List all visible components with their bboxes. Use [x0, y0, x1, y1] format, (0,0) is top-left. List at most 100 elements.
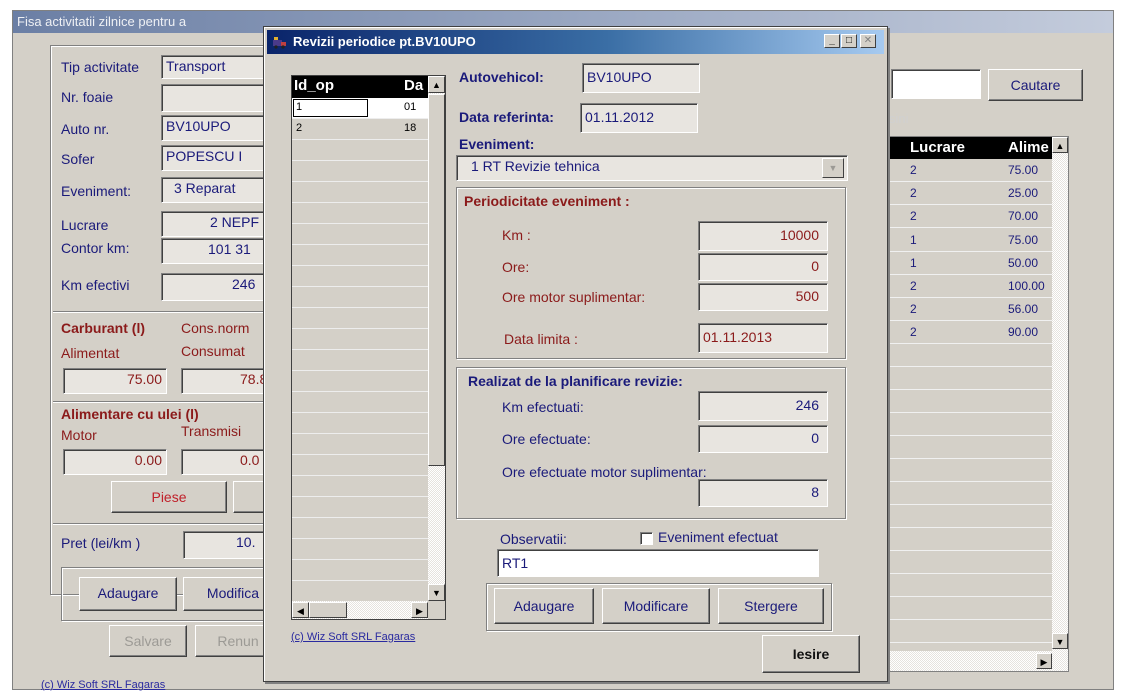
stergere-button[interactable]: Stergere — [718, 588, 824, 624]
column-header-lucrare[interactable]: Lucrare — [910, 137, 965, 159]
observatii-label: Observatii: — [500, 531, 567, 547]
scroll-right-icon[interactable]: ▶ — [1036, 653, 1052, 669]
periodicitate-title: Periodicitate eveniment : — [464, 193, 630, 209]
table-row[interactable]: 2 75.00 — [874, 159, 1052, 182]
motor-field[interactable]: 0.00 — [63, 449, 167, 475]
ore-efectuate-field[interactable]: 0 — [698, 425, 828, 453]
separator — [53, 523, 280, 525]
km-field[interactable]: 10000 — [698, 221, 828, 251]
table-row — [292, 140, 428, 161]
table-row[interactable]: 2 25.00 — [874, 182, 1052, 205]
table-row — [292, 371, 428, 392]
pret-label: Pret (lei/km ) — [61, 535, 141, 551]
faded-label: sini — [889, 111, 909, 126]
minimize-icon[interactable]: _ — [824, 34, 840, 48]
table-row[interactable]: 2 90.00 — [874, 321, 1052, 344]
table-row[interactable]: 2 70.00 — [874, 205, 1052, 228]
eveniment-label: Eveniment: — [61, 183, 132, 199]
dialog-title-bar[interactable]: Revizii periodice pt.BV10UPO — [267, 30, 884, 54]
table-row — [292, 392, 428, 413]
copyright-link[interactable]: (c) Wiz Soft SRL Fagaras — [41, 679, 165, 691]
chevron-down-icon[interactable]: ▼ — [822, 158, 844, 178]
table-row — [292, 560, 428, 581]
data-limita-field[interactable]: 01.11.2013 — [698, 323, 828, 353]
table-row — [292, 203, 428, 224]
table-row — [292, 287, 428, 308]
tip-activitate-label: Tip activitate — [61, 59, 140, 75]
auto-nr-label: Auto nr. — [61, 121, 110, 137]
cons-norm-label: Cons.norm — [181, 320, 250, 336]
ore-efectuate-label: Ore efectuate: — [502, 431, 591, 447]
scroll-down-icon[interactable]: ▼ — [1052, 633, 1068, 649]
table-row — [292, 161, 428, 182]
table-row — [292, 329, 428, 350]
table-row — [292, 182, 428, 203]
ore-efectuate-motor-label: Ore efectuate motor suplimentar: — [502, 464, 707, 480]
transmisie-label: Transmisi — [181, 423, 242, 439]
ore-field[interactable]: 0 — [698, 253, 828, 281]
table-row — [874, 528, 1052, 551]
carburant-label: Carburant (l) — [61, 320, 145, 336]
close-icon[interactable]: ✕ — [860, 34, 876, 48]
table-row — [292, 350, 428, 371]
table-row — [874, 459, 1052, 482]
column-header-alimentat[interactable]: Alime — [1008, 137, 1049, 159]
table-row — [292, 476, 428, 497]
table-row-selected[interactable]: 1 01 — [292, 98, 428, 119]
scroll-up-icon[interactable]: ▲ — [428, 76, 445, 93]
ore-label: Ore: — [502, 259, 530, 275]
table-row — [292, 245, 428, 266]
observatii-field[interactable]: RT1 — [497, 549, 819, 577]
vertical-scrollbar[interactable] — [1052, 137, 1068, 651]
activity-grid: Lucrare Alime ▲ ▼ ▶ 2 75.00 2 25.00 2 70.00… — [873, 136, 1069, 672]
iesire-button[interactable]: Iesire — [762, 635, 860, 673]
eveniment-label: Eveniment: — [459, 136, 535, 152]
km-efectuati-field[interactable]: 246 — [698, 391, 828, 421]
dialog-title: Revizii periodice pt.BV10UPO — [293, 34, 476, 49]
app-icon — [272, 35, 288, 49]
eveniment-efectuat-label: Eveniment efectuat — [658, 529, 778, 545]
scroll-up-icon[interactable]: ▲ — [1052, 137, 1068, 153]
column-header-id-op[interactable]: Id_op — [294, 77, 334, 94]
km-efectivi-label: Km efectivi — [61, 277, 130, 293]
autovehicol-field[interactable]: BV10UPO — [582, 63, 700, 93]
modificare-button[interactable]: Modificare — [602, 588, 710, 624]
table-row — [292, 434, 428, 455]
table-row — [874, 390, 1052, 413]
table-row[interactable]: 1 75.00 — [874, 229, 1052, 252]
ore-motor-field[interactable]: 500 — [698, 283, 828, 311]
maximize-icon[interactable]: □ — [841, 34, 857, 48]
column-header-data[interactable]: Da — [404, 77, 423, 94]
table-row[interactable]: 2 100.00 — [874, 275, 1052, 298]
search-button[interactable]: Cautare — [988, 69, 1083, 101]
scroll-thumb[interactable] — [428, 94, 445, 466]
eveniment-select[interactable]: 1 RT Revizie tehnica — [456, 155, 848, 181]
data-referinta-field[interactable]: 01.11.2012 — [580, 103, 698, 133]
ore-motor-label: Ore motor suplimentar: — [502, 289, 646, 305]
table-row — [292, 518, 428, 539]
table-row — [292, 413, 428, 434]
table-row[interactable]: 2 18 — [292, 119, 428, 140]
scroll-down-icon[interactable]: ▼ — [428, 584, 445, 601]
revizii-dialog: Revizii periodice pt.BV10UPO _ □ ✕ Id_op… — [263, 26, 888, 682]
table-row — [874, 436, 1052, 459]
dialog-copyright-link[interactable]: (c) Wiz Soft SRL Fagaras — [291, 631, 415, 643]
salvare-button[interactable]: Salvare — [109, 625, 187, 657]
scroll-left-icon[interactable]: ◀ — [292, 602, 309, 618]
alimentat-field[interactable]: 75.00 — [63, 368, 167, 394]
realizat-title: Realizat de la planificare revizie: — [468, 373, 683, 389]
adaugare-button[interactable]: Adaugare — [494, 588, 594, 624]
alimentare-ulei-label: Alimentare cu ulei (l) — [61, 406, 199, 422]
table-row[interactable]: 1 50.00 — [874, 252, 1052, 275]
search-input[interactable] — [891, 69, 981, 99]
piese-button[interactable]: Piese — [111, 481, 227, 513]
nr-foaie-label: Nr. foaie — [61, 89, 114, 105]
hscroll-thumb[interactable] — [309, 602, 347, 618]
grid-header: Lucrare Alime — [874, 137, 1052, 159]
table-row[interactable]: 2 56.00 — [874, 298, 1052, 321]
eveniment-efectuat-checkbox[interactable] — [640, 532, 653, 545]
adaugare-button[interactable]: Adaugare — [79, 577, 177, 611]
ore-efectuate-motor-field[interactable]: 8 — [698, 479, 828, 507]
scroll-right-icon[interactable]: ▶ — [411, 602, 428, 618]
table-row — [874, 344, 1052, 367]
